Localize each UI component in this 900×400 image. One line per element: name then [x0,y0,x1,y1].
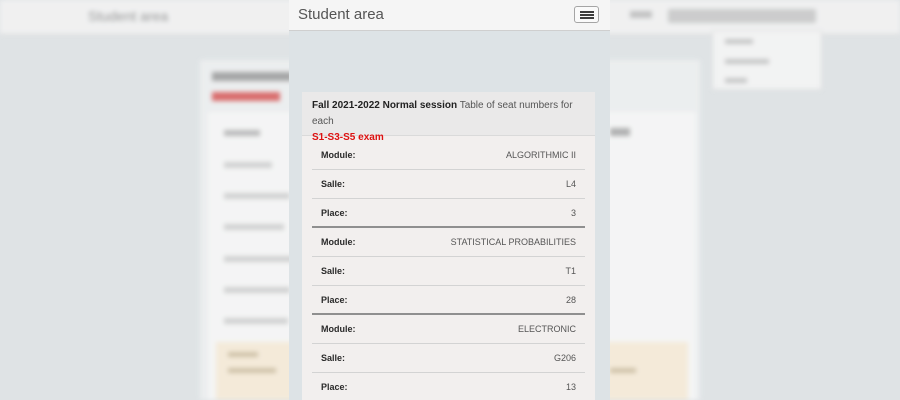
background-dropdown-item [725,39,753,44]
salle-value: L4 [565,179,576,189]
seat-numbers-card: Fall 2021-2022 Normal session Table of s… [302,92,595,400]
navbar: Student area [289,0,610,31]
mobile-viewport: Student area Fall 2021-2022 Normal sessi… [289,0,610,400]
background-user-menu [668,9,816,23]
seat-table: Module: ALGORITHMIC II Salle: L4 Place: … [312,141,585,400]
background-row [224,318,288,324]
module-label: Module: [321,324,356,334]
background-row-value [610,128,630,136]
table-row: Module: STATISTICAL PROBABILITIES [312,228,585,257]
background-alert-line [610,368,636,373]
module-value: STATISTICAL PROBABILITIES [450,237,576,247]
table-row: Place: 28 [312,286,585,315]
table-row: Salle: T1 [312,257,585,286]
hamburger-menu-icon [580,11,594,13]
table-row: Salle: G206 [312,344,585,373]
module-value: ALGORITHMIC II [505,150,576,160]
background-alert-line [228,352,258,357]
salle-label: Salle: [321,353,346,363]
table-row: Module: ELECTRONIC [312,315,585,344]
hamburger-menu-icon [580,14,594,16]
navbar-brand[interactable]: Student area [298,6,384,23]
background-row [224,162,272,168]
menu-toggle-button[interactable] [574,6,599,23]
place-value: 13 [565,382,576,392]
salle-label: Salle: [321,266,346,276]
module-value: ELECTRONIC [517,324,576,334]
background-row [224,256,294,262]
salle-label: Salle: [321,179,346,189]
background-title [212,72,292,81]
salle-value: T1 [565,266,576,276]
session-title: Fall 2021-2022 Normal session [312,100,458,111]
background-alert-line [228,368,276,373]
background-row [224,224,284,230]
card-header: Fall 2021-2022 Normal session Table of s… [302,92,595,143]
background-row [224,193,290,199]
background-brand: Student area [88,8,169,24]
place-label: Place: [321,382,348,392]
table-row: Place: 13 [312,373,585,400]
background-row [224,130,260,136]
table-row: Place: 3 [312,199,585,228]
module-label: Module: [321,237,356,247]
background-title-red [212,92,280,101]
place-label: Place: [321,295,348,305]
place-label: Place: [321,208,348,218]
place-value: 3 [570,208,576,218]
place-value: 28 [565,295,576,305]
background-row [224,287,290,293]
salle-value: G206 [553,353,576,363]
table-row: Module: ALGORITHMIC II [312,141,585,170]
background-dropdown-item [725,78,747,83]
background-nav-link [630,11,652,18]
hamburger-menu-icon [580,17,594,19]
background-dropdown [712,30,822,90]
background-dropdown-item [725,59,769,64]
table-row: Salle: L4 [312,170,585,199]
module-label: Module: [321,150,356,160]
